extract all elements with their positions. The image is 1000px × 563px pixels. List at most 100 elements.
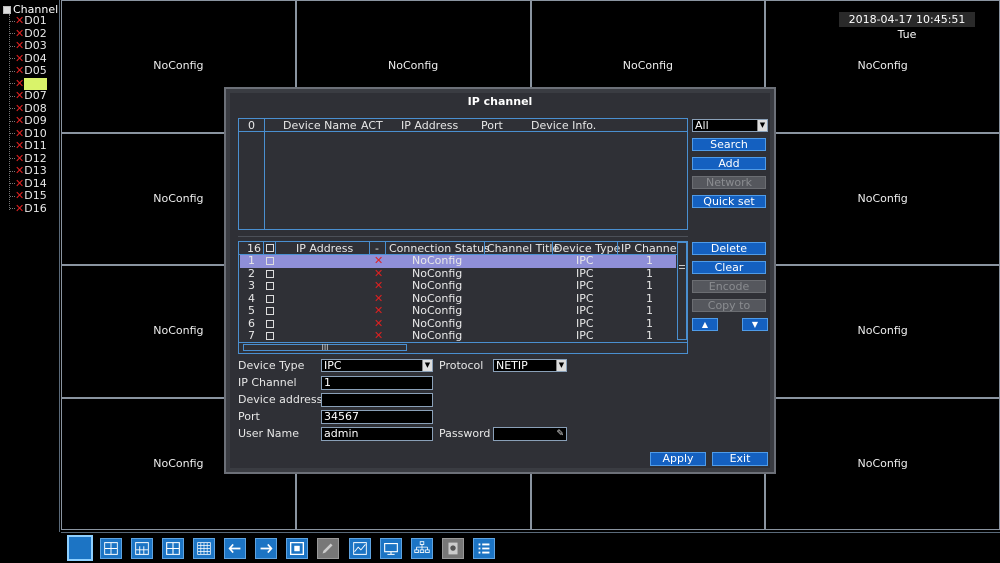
row-checkbox[interactable] bbox=[266, 332, 274, 340]
single-view-button[interactable] bbox=[67, 535, 93, 561]
apply-button[interactable]: Apply bbox=[650, 452, 706, 466]
network-button[interactable] bbox=[411, 538, 433, 559]
row-status: NoConfig bbox=[412, 266, 463, 280]
split-view-icon bbox=[166, 542, 180, 555]
channel-table[interactable]: 16 IP Address - Connection Status Channe… bbox=[238, 241, 688, 354]
pen-icon bbox=[322, 543, 333, 554]
search-results-table[interactable]: 0 Device Name ACT IP Address Port Device… bbox=[238, 118, 688, 230]
tree-item-label: D09 bbox=[24, 114, 47, 127]
disconnected-icon: ✕ bbox=[15, 26, 25, 40]
video-cell[interactable]: NoConfig bbox=[765, 397, 1000, 530]
device-type-value: IPC bbox=[324, 359, 342, 372]
tree-item-label: D03 bbox=[24, 39, 47, 52]
chevron-down-icon[interactable]: ▼ bbox=[556, 360, 566, 371]
chevron-down-icon[interactable]: ▼ bbox=[757, 120, 767, 131]
previous-button[interactable] bbox=[224, 538, 246, 559]
previous-icon bbox=[228, 543, 241, 554]
port-input[interactable]: 34567 bbox=[321, 410, 433, 424]
password-input[interactable]: ✎ bbox=[493, 427, 567, 441]
fullscreen-button[interactable] bbox=[286, 538, 308, 559]
disconnected-icon: ✕ bbox=[15, 64, 25, 77]
graph-icon bbox=[353, 542, 367, 555]
list-button[interactable] bbox=[473, 538, 495, 559]
move-down-button[interactable]: ▼ bbox=[742, 318, 768, 331]
row-device-type: IPC bbox=[576, 279, 594, 292]
nine-view-button[interactable] bbox=[131, 538, 153, 559]
move-up-button[interactable]: ▲ bbox=[692, 318, 718, 331]
table-row[interactable]: 7 ✕ NoConfig IPC 1 bbox=[240, 330, 676, 343]
col-act[interactable]: ACT bbox=[361, 119, 383, 132]
port-label: Port bbox=[238, 410, 260, 423]
monitor-button[interactable] bbox=[380, 538, 402, 559]
row-status: NoConfig bbox=[412, 329, 463, 342]
tree-item-label: D13 bbox=[24, 164, 47, 177]
disconnected-icon: ✕ bbox=[15, 201, 25, 215]
sixteen-view-button[interactable] bbox=[193, 538, 215, 559]
col-ip-address[interactable]: IP Address bbox=[296, 242, 353, 255]
row-checkbox[interactable] bbox=[266, 269, 274, 278]
chevron-down-icon[interactable]: ▼ bbox=[422, 360, 432, 371]
col-channel-title[interactable]: Channel Title bbox=[487, 242, 559, 255]
row-status: NoConfig bbox=[412, 291, 463, 305]
row-checkbox[interactable] bbox=[266, 319, 274, 328]
collapse-icon[interactable] bbox=[3, 6, 11, 14]
device-type-select[interactable]: IPC ▼ bbox=[321, 359, 433, 372]
ip-channel-label: IP Channel bbox=[238, 376, 297, 389]
horizontal-scrollbar[interactable]: III bbox=[239, 342, 687, 353]
search-button[interactable]: Search bbox=[692, 138, 766, 151]
disconnected-icon: ✕ bbox=[15, 164, 25, 177]
col-port[interactable]: Port bbox=[481, 119, 503, 132]
next-button[interactable] bbox=[255, 538, 277, 559]
delete-button[interactable]: Delete bbox=[692, 242, 766, 255]
row-status: NoConfig bbox=[412, 254, 463, 267]
disconnected-icon: ✕ bbox=[15, 101, 25, 115]
disk-icon bbox=[448, 542, 458, 555]
keyboard-icon[interactable]: ✎ bbox=[556, 428, 564, 440]
clear-button[interactable]: Clear bbox=[692, 261, 766, 274]
disconnected-icon: ✕ bbox=[15, 176, 25, 190]
tree-item-label: D08 bbox=[24, 101, 47, 115]
pen-button[interactable] bbox=[317, 538, 339, 559]
row-checkbox[interactable] bbox=[266, 257, 274, 265]
scroll-thumb[interactable]: III bbox=[243, 344, 407, 352]
quad-view-button[interactable] bbox=[100, 538, 122, 559]
copy-to-button[interactable]: Copy to bbox=[692, 299, 766, 312]
filter-select[interactable]: All ▼ bbox=[692, 119, 768, 132]
split-view-button[interactable] bbox=[162, 538, 184, 559]
col-ip-address[interactable]: IP Address bbox=[401, 119, 458, 132]
cell-status: NoConfig bbox=[153, 59, 204, 72]
scroll-thumb-icon[interactable] bbox=[679, 265, 685, 269]
row-checkbox[interactable] bbox=[266, 294, 274, 303]
col-device-name[interactable]: Device Name bbox=[283, 119, 357, 132]
table-row[interactable]: 3 ✕ NoConfig IPC 1 bbox=[240, 280, 676, 293]
add-button[interactable]: Add bbox=[692, 157, 766, 170]
row-checkbox[interactable] bbox=[266, 307, 274, 315]
user-name-input[interactable]: admin bbox=[321, 427, 433, 441]
video-cell[interactable]: NoConfig bbox=[765, 132, 1000, 265]
row-device-type: IPC bbox=[576, 266, 594, 280]
ip-channel-input[interactable]: 1 bbox=[321, 376, 433, 390]
disk-button[interactable] bbox=[442, 538, 464, 559]
row-checkbox[interactable] bbox=[266, 282, 274, 290]
protocol-select[interactable]: NETIP ▼ bbox=[493, 359, 567, 372]
disconnected-icon: ✕ bbox=[15, 139, 25, 152]
table-row[interactable]: 5 ✕ NoConfig IPC 1 bbox=[240, 305, 676, 318]
row-ip-channel: 1 bbox=[646, 279, 653, 292]
col-device-info[interactable]: Device Info. bbox=[531, 119, 596, 132]
vertical-scrollbar[interactable] bbox=[677, 242, 687, 340]
disconnected-icon: ✕ bbox=[15, 114, 25, 127]
row-number: 6 bbox=[248, 316, 255, 330]
protocol-value: NETIP bbox=[496, 359, 528, 372]
encode-button[interactable]: Encode bbox=[692, 280, 766, 293]
video-cell[interactable]: NoConfig bbox=[765, 265, 1000, 398]
network-button[interactable]: Network bbox=[692, 176, 766, 189]
table-row[interactable]: 1 ✕ NoConfig IPC 1 bbox=[240, 255, 676, 268]
graph-button[interactable] bbox=[349, 538, 371, 559]
tree-item-label: D14 bbox=[24, 176, 47, 190]
exit-button[interactable]: Exit bbox=[712, 452, 768, 466]
quick-set-button[interactable]: Quick set bbox=[692, 195, 766, 208]
device-address-input[interactable] bbox=[321, 393, 433, 407]
tree-item-d16[interactable]: ✕ D16 bbox=[10, 201, 47, 216]
list-icon bbox=[478, 543, 490, 554]
select-all-checkbox[interactable] bbox=[266, 244, 274, 252]
